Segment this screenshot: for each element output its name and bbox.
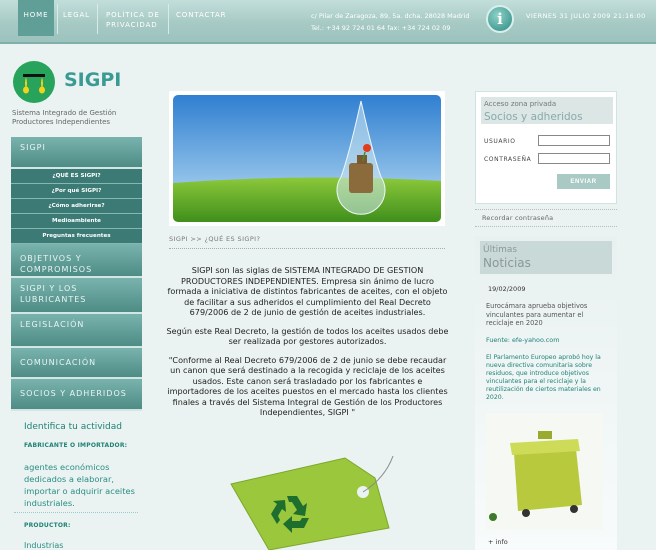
news-body: El Parlamento Europeo aprobó hoy la nuev…	[486, 354, 601, 401]
submenu-preguntas-frecuentes[interactable]: Preguntas frecuentes	[11, 229, 142, 244]
hero-banner	[169, 91, 445, 226]
address-line: c/ Pilar de Zaragoza, 89, 5a. dcha. 2802…	[311, 12, 470, 20]
divider	[475, 209, 617, 210]
fabricante-desc: agentes económicos dedicados a elaborar,…	[24, 462, 135, 508]
username-label: USUARIO	[484, 138, 516, 145]
submenu-que-es-sigpi[interactable]: ¿QUÉ ES SIGPI?	[11, 169, 142, 184]
news-summary[interactable]: Eurocámara aprueba objetivos vinculantes…	[486, 302, 611, 328]
news-title: Últimas	[483, 245, 518, 255]
logo-subtitle-line: Sistema Integrado de Gestión	[12, 109, 117, 117]
submenu-medioambiente[interactable]: Medioambiente	[11, 214, 142, 229]
oil-drop-image	[173, 95, 441, 222]
login-subtitle: Socios y adheridos	[484, 111, 583, 123]
menu-comunicacion[interactable]: COMUNICACIÓN	[11, 348, 142, 379]
password-label: CONTRASEÑA	[484, 156, 532, 163]
password-input[interactable]	[538, 153, 610, 164]
username-input[interactable]	[538, 135, 610, 146]
content-quote: "Conforme al Real Decreto 679/2006 de 2 …	[167, 354, 448, 418]
sidebar: SIGPI ¿QUÉ ES SIGPI? ¿Por qué SIGPI? ¿Có…	[11, 137, 142, 411]
divider	[475, 226, 617, 227]
menu-objetivos[interactable]: OBJETIVOS Y COMPROMISOS	[11, 244, 142, 278]
top-bar: HOME LEGAL POLÍTICA DE PRIVACIDAD CONTACT…	[0, 0, 656, 44]
login-box: Acceso zona privada Socios y adheridos U…	[475, 91, 617, 204]
nav-privacidad[interactable]: POLÍTICA DE PRIVACIDAD	[106, 0, 164, 36]
nav-divider	[168, 4, 169, 34]
divider	[14, 512, 138, 513]
recycling-bin-image	[486, 413, 603, 530]
recycle-tag-icon	[230, 455, 394, 550]
menu-label: LUBRICANTES	[20, 295, 87, 304]
submenu-como-adherirse[interactable]: ¿Cómo adherirse?	[11, 199, 142, 214]
menu-label: OBJETIVOS Y	[20, 254, 82, 263]
main-content: SIGPI son las siglas de SISTEMA INTEGRAD…	[166, 265, 449, 426]
fabricante-label: FABRICANTE O IMPORTADOR:	[24, 442, 128, 449]
submenu-por-que-sigpi[interactable]: ¿Por qué SIGPI?	[11, 184, 142, 199]
nav-contactar[interactable]: CONTACTAR	[176, 0, 226, 36]
content-paragraph: Según este Real Decreto, la gestión de t…	[166, 325, 449, 347]
nav-legal[interactable]: LEGAL	[63, 0, 90, 36]
content-paragraph: SIGPI son las siglas de SISTEMA INTEGRAD…	[167, 265, 448, 317]
productor-label: PRODUCTOR:	[24, 522, 71, 529]
breadcrumb: SIGPI >> ¿QUÉ ES SIGPI?	[169, 235, 261, 243]
menu-legislacion[interactable]: LEGISLACIÓN	[11, 314, 142, 348]
news-source-link[interactable]: Fuente: efe-yahoo.com	[486, 336, 559, 344]
nav-home[interactable]: HOME	[18, 0, 54, 36]
login-title: Acceso zona privada	[484, 100, 557, 108]
nav-privacidad-l1: POLÍTICA DE	[106, 11, 160, 19]
productor-desc: Industrias	[24, 541, 64, 550]
menu-sigpi[interactable]: SIGPI	[11, 137, 142, 169]
menu-label: SIGPI Y LOS	[20, 284, 78, 293]
nav-divider	[97, 4, 98, 34]
recover-password-link[interactable]: Recordar contraseña	[482, 214, 553, 222]
news-subtitle: Noticias	[483, 256, 531, 270]
news-panel: Últimas Noticias 19/02/2009 Eurocámara a…	[475, 236, 617, 550]
date-time: VIERNES 31 JULIO 2009 21:16:00	[526, 12, 646, 20]
logo-subtitle-line: Productores Independientes	[12, 118, 111, 126]
nav-privacidad-l2: PRIVACIDAD	[106, 21, 158, 29]
logo-subtitle: Sistema Integrado de Gestión Productores…	[12, 109, 116, 127]
sigpi-logo-icon[interactable]	[12, 60, 56, 104]
submit-button[interactable]: ENVIAR	[557, 174, 610, 189]
address: c/ Pilar de Zaragoza, 89, 5a. dcha. 2802…	[311, 10, 470, 34]
news-date: 19/02/2009	[488, 285, 526, 293]
logo-title: SIGPI	[64, 69, 122, 91]
nav-divider	[57, 4, 58, 34]
menu-lubricantes[interactable]: SIGPI Y LOS LUBRICANTES	[11, 278, 142, 314]
phone-line: Tel.: +34 92 724 01 64 fax: +34 724 02 0…	[311, 24, 451, 32]
news-more-link[interactable]: + info	[488, 538, 508, 546]
menu-label: COMPROMISOS	[20, 265, 93, 274]
info-icon[interactable]: i	[486, 5, 514, 33]
identify-title: Identifica tu actividad	[24, 422, 122, 432]
menu-socios[interactable]: SOCIOS Y ADHERIDOS	[11, 379, 142, 411]
divider	[169, 248, 445, 249]
